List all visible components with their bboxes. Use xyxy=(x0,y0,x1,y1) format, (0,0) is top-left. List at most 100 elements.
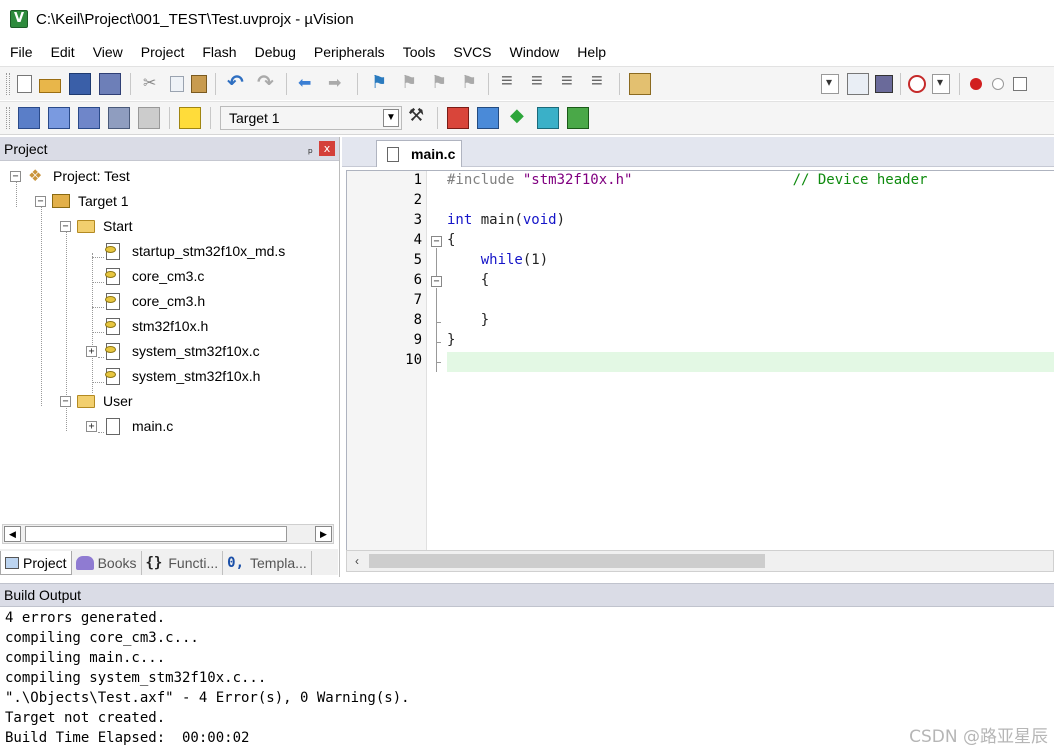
line-number: 10 xyxy=(405,352,422,368)
undo-icon[interactable] xyxy=(225,70,247,95)
project-icon xyxy=(27,166,45,186)
toolbar-grip[interactable] xyxy=(6,72,10,95)
tab-project[interactable]: Project xyxy=(0,551,72,575)
tree-item-file[interactable]: stm32f10x.h xyxy=(105,315,209,337)
translate-icon[interactable] xyxy=(18,107,40,129)
navigate-back-icon[interactable] xyxy=(296,73,318,95)
manage-project-items-icon[interactable] xyxy=(447,107,469,129)
tree-item-file[interactable]: startup_stm32f10x_md.s xyxy=(105,240,285,262)
tab-functions[interactable]: {} Functi... xyxy=(142,551,224,575)
expand-icon[interactable]: + xyxy=(86,420,97,432)
fold-end-tick xyxy=(436,322,441,323)
target-options-icon[interactable] xyxy=(406,105,428,129)
next-bookmark-icon[interactable] xyxy=(427,72,449,95)
cut-icon[interactable] xyxy=(140,73,162,95)
tree-item-group-start[interactable]: − Start xyxy=(60,215,133,237)
tree-item-target[interactable]: − Target 1 xyxy=(35,190,129,212)
indent-icon[interactable] xyxy=(498,70,520,95)
tree-item-file[interactable]: system_stm32f10x.h xyxy=(105,365,260,387)
build-output-line: 4 errors generated. xyxy=(5,610,166,626)
code-line-5: while(1) xyxy=(447,252,548,272)
menu-window[interactable]: Window xyxy=(501,38,569,66)
toolbar-separator xyxy=(900,72,901,95)
pin-icon[interactable]: ₚ xyxy=(308,142,313,156)
menu-flash[interactable]: Flash xyxy=(193,38,245,66)
fold-collapse-icon[interactable]: − xyxy=(431,276,442,287)
uncomment-icon[interactable] xyxy=(588,70,610,95)
menu-svcs[interactable]: SVCS xyxy=(444,38,500,66)
copy-icon[interactable] xyxy=(170,75,184,92)
start-debug-icon[interactable] xyxy=(908,74,926,93)
comment-icon[interactable] xyxy=(558,70,580,95)
find-dropdown[interactable] xyxy=(821,73,839,94)
menu-debug[interactable]: Debug xyxy=(246,38,305,66)
file-icon xyxy=(106,417,120,435)
code-editor[interactable]: 1 2 3 4 5 6 7 8 9 10 − − #include "stm32… xyxy=(346,170,1054,551)
select-software-packs-icon[interactable] xyxy=(507,105,529,129)
collapse-icon[interactable]: − xyxy=(60,220,71,232)
tree-item-file[interactable]: core_cm3.c xyxy=(105,265,204,287)
code-area[interactable]: #include "stm32f10x.h" // Device header … xyxy=(447,171,1054,551)
collapse-icon[interactable]: − xyxy=(60,395,71,407)
collapse-icon[interactable]: − xyxy=(35,195,46,207)
tree-item-project[interactable]: − Project: Test xyxy=(10,165,130,187)
close-icon[interactable]: x xyxy=(319,141,335,156)
tab-templates[interactable]: 0, Templa... xyxy=(223,551,312,575)
navigate-forward-icon[interactable] xyxy=(326,73,348,95)
pack-installer-icon[interactable] xyxy=(537,107,559,129)
manage-run-time-environment-icon[interactable] xyxy=(477,107,499,129)
new-file-icon[interactable] xyxy=(17,74,32,93)
editor-horizontal-scrollbar[interactable]: ‹ xyxy=(346,550,1054,572)
tree-item-file[interactable]: core_cm3.h xyxy=(105,290,205,312)
toolbar-separator xyxy=(619,72,620,95)
tree-item-label: stm32f10x.h xyxy=(132,318,209,334)
unindent-icon[interactable] xyxy=(528,70,550,95)
open-file-icon[interactable] xyxy=(39,79,61,93)
scroll-left-icon[interactable]: ◀ xyxy=(4,526,21,542)
menu-help[interactable]: Help xyxy=(568,38,615,66)
fold-collapse-icon[interactable]: − xyxy=(431,236,442,247)
prev-bookmark-icon[interactable] xyxy=(397,72,419,95)
incremental-find-icon[interactable] xyxy=(847,72,869,95)
bookmark-icon[interactable] xyxy=(367,72,389,95)
toolbar-grip[interactable] xyxy=(6,107,10,129)
rebuild-icon[interactable] xyxy=(78,107,100,129)
build-icon[interactable] xyxy=(48,107,70,129)
collapse-icon[interactable]: − xyxy=(10,170,21,182)
tab-main-c[interactable]: main.c xyxy=(376,140,462,167)
chevron-down-icon[interactable]: ▼ xyxy=(383,109,399,127)
tree-item-file[interactable]: + system_stm32f10x.c xyxy=(86,340,260,362)
enable-breakpoint-icon[interactable] xyxy=(992,77,1004,90)
multi-project-icon[interactable] xyxy=(567,107,589,129)
scrollbar-thumb[interactable] xyxy=(369,554,765,568)
tree-item-file[interactable]: + main.c xyxy=(86,415,173,437)
save-all-icon[interactable] xyxy=(99,72,121,95)
paste-icon[interactable] xyxy=(191,74,207,93)
expand-icon[interactable]: + xyxy=(86,345,97,357)
download-load-icon[interactable] xyxy=(179,107,201,129)
save-icon[interactable] xyxy=(69,72,91,95)
stop-build-icon[interactable] xyxy=(138,107,160,129)
menu-edit[interactable]: Edit xyxy=(42,38,84,66)
menu-view[interactable]: View xyxy=(84,38,132,66)
menu-peripherals[interactable]: Peripherals xyxy=(305,38,394,66)
clear-bookmarks-icon[interactable] xyxy=(457,72,479,95)
scroll-left-icon[interactable]: ‹ xyxy=(349,553,365,569)
batch-build-icon[interactable] xyxy=(108,107,130,129)
target-select[interactable]: Target 1 ▼ xyxy=(220,106,402,130)
redo-icon[interactable] xyxy=(255,70,277,95)
scroll-right-icon[interactable]: ▶ xyxy=(315,526,332,542)
insert-breakpoint-icon[interactable] xyxy=(970,77,982,90)
tab-books[interactable]: Books xyxy=(72,551,142,575)
scrollbar-thumb[interactable] xyxy=(25,526,287,542)
disable-breakpoints-icon[interactable] xyxy=(1013,76,1027,91)
menu-file[interactable]: File xyxy=(0,38,42,66)
menu-project[interactable]: Project xyxy=(132,38,194,66)
debug-dropdown[interactable] xyxy=(932,73,950,94)
build-output-panel[interactable]: 4 errors generated. compiling core_cm3.c… xyxy=(0,607,1054,750)
project-horizontal-scrollbar[interactable]: ◀ ▶ xyxy=(2,524,334,544)
find-in-files-icon[interactable] xyxy=(629,72,651,95)
configure-tools-icon[interactable] xyxy=(875,74,893,93)
menu-tools[interactable]: Tools xyxy=(394,38,445,66)
tree-item-group-user[interactable]: − User xyxy=(60,390,133,412)
